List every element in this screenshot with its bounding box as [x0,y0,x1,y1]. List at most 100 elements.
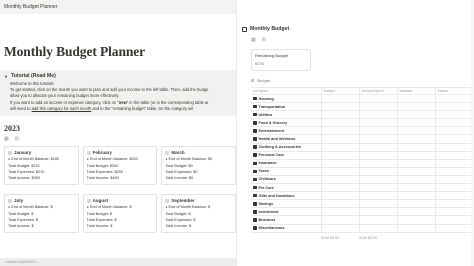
empty-cell[interactable] [359,199,398,209]
month-card[interactable]: February ● End of Month Balance: $200 To… [82,146,158,186]
empty-cell[interactable] [321,224,360,233]
empty-cell[interactable] [321,143,360,152]
empty-cell[interactable] [435,207,474,217]
empty-cell[interactable] [359,215,398,225]
table-row[interactable]: Entertainment [251,126,474,136]
empty-cell[interactable] [321,94,360,104]
empty-cell[interactable] [435,183,474,193]
month-card[interactable]: August ● End of Month Balance: $ Total B… [82,194,158,234]
empty-cell[interactable] [397,191,436,201]
empty-cell[interactable] [435,167,474,176]
empty-cell[interactable] [321,183,360,193]
empty-cell[interactable] [321,191,360,201]
empty-cell[interactable] [321,102,360,112]
table-row[interactable]: Childcare [251,175,474,185]
empty-cell[interactable] [435,224,474,233]
empty-cell[interactable] [359,134,398,144]
empty-cell[interactable] [397,224,436,233]
table-row[interactable]: Investment [251,207,474,217]
table-icon[interactable]: ⊞ [262,37,266,43]
col-budget[interactable]: Budget [321,87,360,95]
remaining-budget-card[interactable]: Remaining Budget $0.00 [251,49,311,71]
empty-cell[interactable] [359,159,398,168]
empty-cell[interactable] [359,143,398,152]
empty-cell[interactable] [321,159,360,168]
col-name[interactable]: Aa Name [251,87,322,95]
empty-cell[interactable] [435,175,474,185]
empty-cell[interactable] [435,126,474,136]
empty-cell[interactable] [359,191,398,201]
empty-cell[interactable] [397,94,436,104]
empty-cell[interactable] [397,175,436,185]
empty-cell[interactable] [321,167,360,176]
empty-cell[interactable] [435,134,474,144]
empty-cell[interactable] [397,134,436,144]
col-balance[interactable]: Balance [397,87,436,95]
empty-cell[interactable] [359,183,398,193]
empty-cell[interactable] [397,183,436,193]
empty-cell[interactable] [359,118,398,128]
empty-cell[interactable] [397,102,436,112]
empty-cell[interactable] [321,151,360,160]
table-row[interactable]: Clothing & Accessories [251,143,474,152]
empty-cell[interactable] [359,207,398,217]
table-icon[interactable]: ⊞ [251,78,254,83]
empty-cell[interactable] [397,110,436,120]
empty-cell[interactable] [397,207,436,217]
table-row[interactable]: Insurance [251,159,474,168]
empty-cell[interactable] [359,167,398,176]
empty-cell[interactable] [397,151,436,160]
empty-cell[interactable] [435,191,474,201]
empty-cell[interactable] [397,143,436,152]
grid-icon[interactable]: ⊞ [15,136,19,142]
empty-cell[interactable] [321,215,360,225]
empty-cell[interactable] [359,94,398,104]
gallery-icon[interactable]: ▦ [4,136,9,142]
empty-cell[interactable] [435,159,474,168]
empty-cell[interactable] [359,175,398,185]
table-row[interactable]: Pet Care [251,183,474,193]
empty-cell[interactable] [435,110,474,120]
table-row[interactable]: Food & Grocery [251,118,474,128]
empty-cell[interactable] [359,110,398,120]
empty-cell[interactable] [397,199,436,209]
empty-cell[interactable] [435,118,474,128]
table-row[interactable]: Taxes [251,167,474,176]
empty-cell[interactable] [321,110,360,120]
empty-cell[interactable] [435,151,474,160]
empty-cell[interactable] [435,199,474,209]
empty-cell[interactable] [321,175,360,185]
month-card[interactable]: September ● End of Month Balance: $ Tota… [161,194,236,234]
empty-cell[interactable] [321,134,360,144]
empty-cell[interactable] [435,94,474,104]
empty-cell[interactable] [359,224,398,233]
empty-cell[interactable] [359,102,398,112]
table-row[interactable]: Personal Care [251,151,474,160]
empty-cell[interactable] [435,102,474,112]
table-row[interactable]: Housing [251,94,474,104]
empty-cell[interactable] [321,118,360,128]
empty-cell[interactable] [397,159,436,168]
empty-cell[interactable] [435,215,474,225]
table-row[interactable]: Business [251,215,474,225]
empty-cell[interactable] [435,143,474,152]
tutorial-toggle[interactable]: ▼ Tutorial (Read Me) Welcome to this tut… [0,70,236,117]
gallery-icon[interactable]: ▦ [251,37,256,43]
empty-cell[interactable] [321,207,360,217]
month-card[interactable]: March ● End of Month Balance: $0 Total B… [161,146,236,186]
table-row[interactable]: Miscellaneous [251,224,474,233]
table-row[interactable]: Savings [251,199,474,209]
empty-cell[interactable] [397,215,436,225]
table-row[interactable]: Utilities [251,110,474,120]
col-status[interactable]: Status [435,87,474,95]
month-card[interactable]: January ● End of Month Balance: $180 Tot… [4,146,79,186]
empty-cell[interactable] [321,199,360,209]
empty-cell[interactable] [321,126,360,136]
toggle-triangle-icon[interactable]: ▼ [4,74,8,79]
empty-cell[interactable] [397,167,436,176]
month-card[interactable]: July ● End of Month Balance: $ Total Bud… [4,194,79,234]
empty-cell[interactable] [397,126,436,136]
table-row[interactable]: Health and Wellness [251,134,474,144]
empty-cell[interactable] [359,151,398,160]
col-amount-spent[interactable]: Amount Spent [359,87,398,95]
